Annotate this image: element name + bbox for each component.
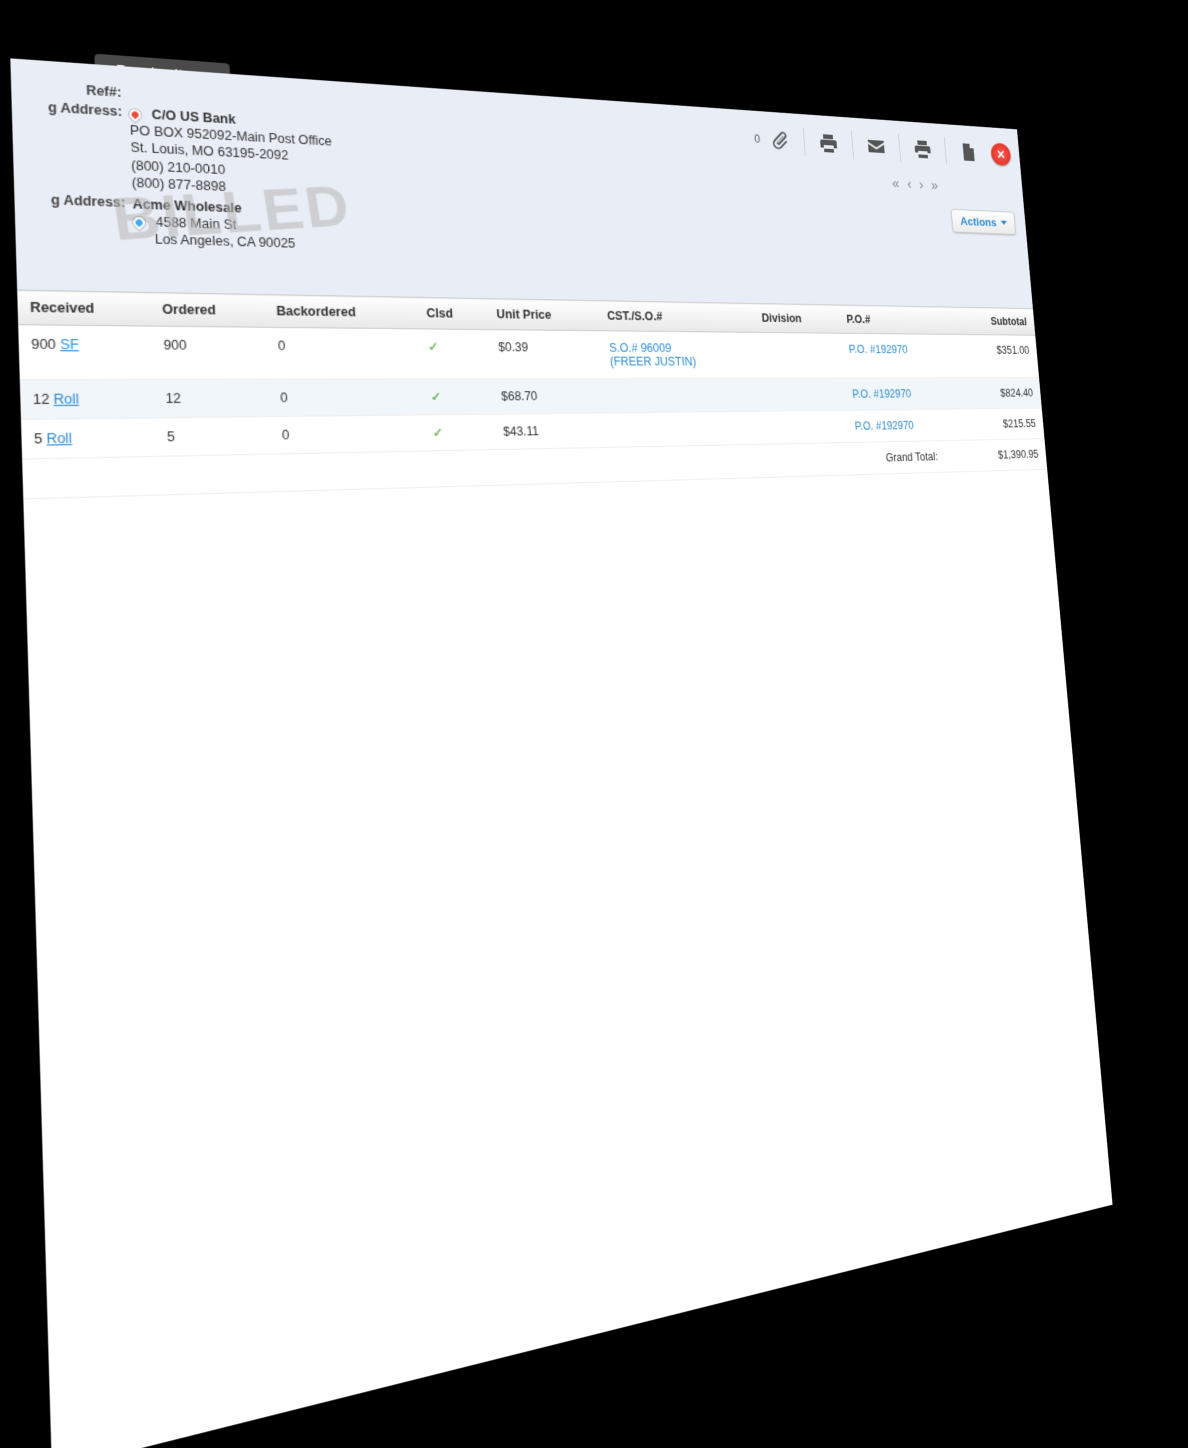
clsd-check-icon: ✓ — [432, 425, 443, 440]
shipping-name: Acme Wholesale — [132, 197, 242, 216]
next-page-button[interactable]: › — [917, 176, 926, 196]
division-cell — [754, 332, 843, 378]
actions-dropdown[interactable]: Actions — [951, 209, 1016, 235]
actions-label: Actions — [960, 214, 997, 229]
fax-button[interactable] — [812, 125, 846, 161]
clsd-check-icon: ✓ — [431, 390, 442, 404]
po-link[interactable]: P.O. #192970 — [848, 343, 908, 356]
so-link[interactable]: S.O.# 96009 — [609, 341, 672, 355]
billing-phone2: (800) 877-8898 — [132, 175, 227, 194]
ordered-qty: 5 — [154, 417, 271, 457]
unit-price: $68.70 — [490, 379, 604, 415]
subtotal-cell: $824.40 — [955, 378, 1042, 409]
fax-icon — [818, 132, 839, 155]
email-button[interactable] — [860, 129, 893, 164]
unit-link[interactable]: Roll — [46, 431, 72, 447]
po-link[interactable]: P.O. #192970 — [854, 419, 914, 433]
received-qty: 900 — [31, 337, 56, 353]
prev-page-button[interactable]: ‹ — [905, 175, 914, 195]
col-clsd[interactable]: Clsd — [415, 297, 487, 329]
col-po[interactable]: P.O.# — [837, 305, 951, 334]
ref-label: Ref#: — [33, 79, 129, 100]
backordered-qty: 0 — [266, 327, 420, 379]
col-ordered[interactable]: Ordered — [150, 292, 266, 327]
po-link[interactable]: P.O. #192970 — [852, 387, 912, 400]
paperclip-icon — [769, 129, 791, 152]
record-pager: « ‹ › » — [890, 174, 940, 196]
unit-price: $43.11 — [492, 413, 606, 450]
header-band: BILLED Ref#: g Address: C/O US Bank PO B… — [10, 58, 1033, 308]
unit-price: $0.39 — [487, 330, 601, 379]
col-division[interactable]: Division — [752, 303, 839, 333]
backordered-qty: 0 — [270, 415, 424, 454]
received-qty: 12 — [33, 391, 50, 407]
map-pin-icon — [127, 107, 143, 122]
shipping-line2: Los Angeles, CA 90025 — [155, 232, 296, 251]
table-row: 900 SF 900 0 ✓ $0.39 S.O.# 96009 (FREER … — [18, 325, 1039, 380]
division-cell — [760, 410, 848, 444]
so-cell — [602, 378, 760, 413]
separator — [944, 137, 947, 165]
ordered-qty: 12 — [153, 379, 270, 418]
envelope-icon — [866, 135, 887, 157]
unit-link[interactable]: SF — [60, 337, 79, 353]
division-cell — [757, 378, 845, 411]
last-page-button[interactable]: » — [929, 177, 941, 197]
print-button[interactable] — [906, 132, 938, 167]
edit-icon — [958, 141, 978, 163]
separator — [898, 134, 901, 162]
printer-icon — [912, 138, 932, 160]
map-pin-icon — [131, 215, 148, 230]
so-cell — [604, 411, 762, 447]
first-page-button[interactable]: « — [890, 174, 902, 194]
col-subtotal[interactable]: Subtotal — [949, 307, 1035, 335]
backordered-qty: 0 — [268, 379, 421, 417]
received-qty: 5 — [34, 431, 43, 447]
billing-phone1: (800) 210-0010 — [131, 158, 226, 177]
grand-total-value: $1,390.95 — [960, 439, 1047, 472]
shipping-address-label: g Address: — [36, 192, 132, 211]
col-unit-price[interactable]: Unit Price — [486, 299, 599, 331]
attachments-button[interactable] — [762, 122, 797, 158]
close-button[interactable] — [990, 143, 1011, 166]
col-backordered[interactable]: Backordered — [265, 295, 417, 329]
subtotal-cell: $215.55 — [958, 408, 1045, 440]
so-customer[interactable]: (FREER JUSTIN) — [610, 355, 697, 369]
col-received[interactable]: Received — [17, 290, 151, 326]
billing-address-label: g Address: — [34, 99, 130, 120]
edit-button[interactable] — [952, 135, 984, 169]
separator — [851, 131, 854, 159]
separator — [803, 128, 806, 157]
unit-link[interactable]: Roll — [53, 391, 79, 407]
clsd-check-icon: ✓ — [428, 340, 439, 354]
col-cst-so[interactable]: CST./S.O.# — [597, 301, 754, 333]
subtotal-cell: $351.00 — [951, 334, 1039, 377]
shipping-line1: 4588 Main St — [156, 215, 237, 233]
attachments-count: 0 — [754, 132, 761, 145]
ordered-qty: 900 — [151, 326, 268, 379]
chevron-down-icon — [1001, 221, 1007, 226]
line-items-table: Received Ordered Backordered Clsd Unit P… — [17, 289, 1047, 499]
